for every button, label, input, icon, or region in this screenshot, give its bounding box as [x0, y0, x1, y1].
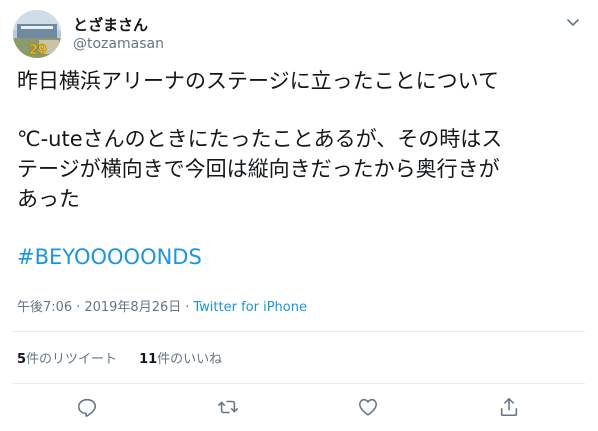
avatar[interactable]: 29 — [13, 10, 61, 58]
tweet-actions — [13, 392, 585, 422]
retweet-count-link[interactable]: 5件のリツイート — [17, 352, 117, 367]
tweet-stats: 5件のリツイート 11件のいいね — [17, 348, 222, 367]
tweet-text-line: 昨日横浜アリーナのステージに立ったことについて — [17, 69, 499, 93]
retweet-count: 5 — [17, 352, 27, 367]
reply-icon[interactable] — [76, 396, 98, 418]
chevron-down-icon[interactable] — [565, 14, 581, 30]
share-icon[interactable] — [498, 396, 520, 418]
tweet-text-line: あった — [17, 187, 80, 211]
retweet-icon[interactable] — [217, 396, 239, 418]
tweet-text-line: ℃-uteさんのときにたったことあるが、その時はス — [17, 127, 503, 151]
display-name[interactable]: とざまさん — [73, 14, 148, 35]
divider — [13, 383, 585, 384]
retweet-label: 件のリツイート — [26, 352, 118, 367]
tweet-source-link[interactable]: Twitter for iPhone — [193, 300, 307, 315]
meta-separator: · — [185, 300, 190, 315]
user-handle[interactable]: @tozamasan — [73, 36, 164, 52]
avatar-badge: 29 — [29, 43, 47, 58]
like-count-link[interactable]: 11件のいいね — [139, 352, 222, 367]
tweet-meta: 午後7:06 · 2019年8月26日 · Twitter for iPhone — [17, 296, 307, 315]
tweet-header: 29 とざまさん @tozamasan — [13, 10, 585, 60]
divider — [13, 331, 585, 332]
heart-icon[interactable] — [357, 396, 379, 418]
like-count: 11 — [139, 352, 158, 367]
tweet-date[interactable]: 2019年8月26日 — [84, 300, 181, 315]
tweet-time[interactable]: 午後7:06 — [17, 300, 72, 315]
hashtag-link[interactable]: #BEYOOOOONDS — [17, 245, 202, 269]
like-label: 件のいいね — [157, 352, 223, 367]
avatar-image: 29 — [13, 10, 61, 58]
tweet-text-line: テージが横向きで今回は縦向きだったから奥行きが — [17, 157, 500, 181]
tweet-card: 29 とざまさん @tozamasan 昨日横浜アリーナのステージに立ったことに… — [0, 0, 598, 431]
tweet-text: 昨日横浜アリーナのステージに立ったことについて ℃-uteさんのときにたったこと… — [17, 66, 587, 272]
meta-separator: · — [76, 300, 81, 315]
